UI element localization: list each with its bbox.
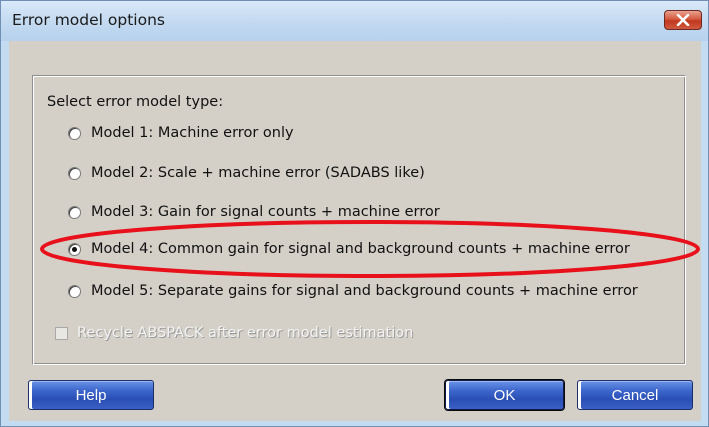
dialog-body: Select error model type: Model 1: Machin…	[9, 41, 701, 421]
radio-model-2[interactable]: Model 2: Scale + machine error (SADABS l…	[68, 163, 425, 183]
radio-label: Model 3: Gain for signal counts + machin…	[91, 204, 440, 220]
radio-button-selected[interactable]	[68, 242, 81, 256]
radio-label: Model 2: Scale + machine error (SADABS l…	[91, 165, 425, 181]
recycle-abspack-label: Recycle ABSPACK after error model estima…	[77, 325, 414, 341]
ok-button[interactable]: OK	[445, 380, 564, 410]
group-label: Select error model type:	[47, 94, 224, 110]
help-button[interactable]: Help	[28, 380, 154, 410]
radio-model-3[interactable]: Model 3: Gain for signal counts + machin…	[68, 202, 440, 222]
radio-model-5[interactable]: Model 5: Separate gains for signal and b…	[68, 281, 638, 301]
radio-label: Model 1: Machine error only	[91, 125, 294, 141]
close-button[interactable]	[664, 10, 702, 30]
radio-button[interactable]	[68, 284, 81, 298]
radio-button[interactable]	[68, 205, 81, 219]
close-x-icon	[676, 14, 690, 26]
title-bar[interactable]: Error model options	[1, 1, 708, 41]
radio-model-1[interactable]: Model 1: Machine error only	[68, 123, 294, 143]
radio-label: Model 5: Separate gains for signal and b…	[91, 283, 638, 299]
recycle-abspack-option: Recycle ABSPACK after error model estima…	[55, 323, 413, 343]
radio-model-4[interactable]: Model 4: Common gain for signal and back…	[68, 239, 630, 259]
radio-label: Model 4: Common gain for signal and back…	[91, 241, 630, 257]
radio-button[interactable]	[68, 166, 81, 180]
radio-button[interactable]	[68, 126, 81, 140]
recycle-abspack-checkbox	[55, 326, 68, 340]
cancel-button[interactable]: Cancel	[577, 380, 693, 410]
error-model-options-dialog: Error model options Select error model t…	[0, 0, 709, 427]
dialog-title: Error model options	[12, 11, 165, 29]
